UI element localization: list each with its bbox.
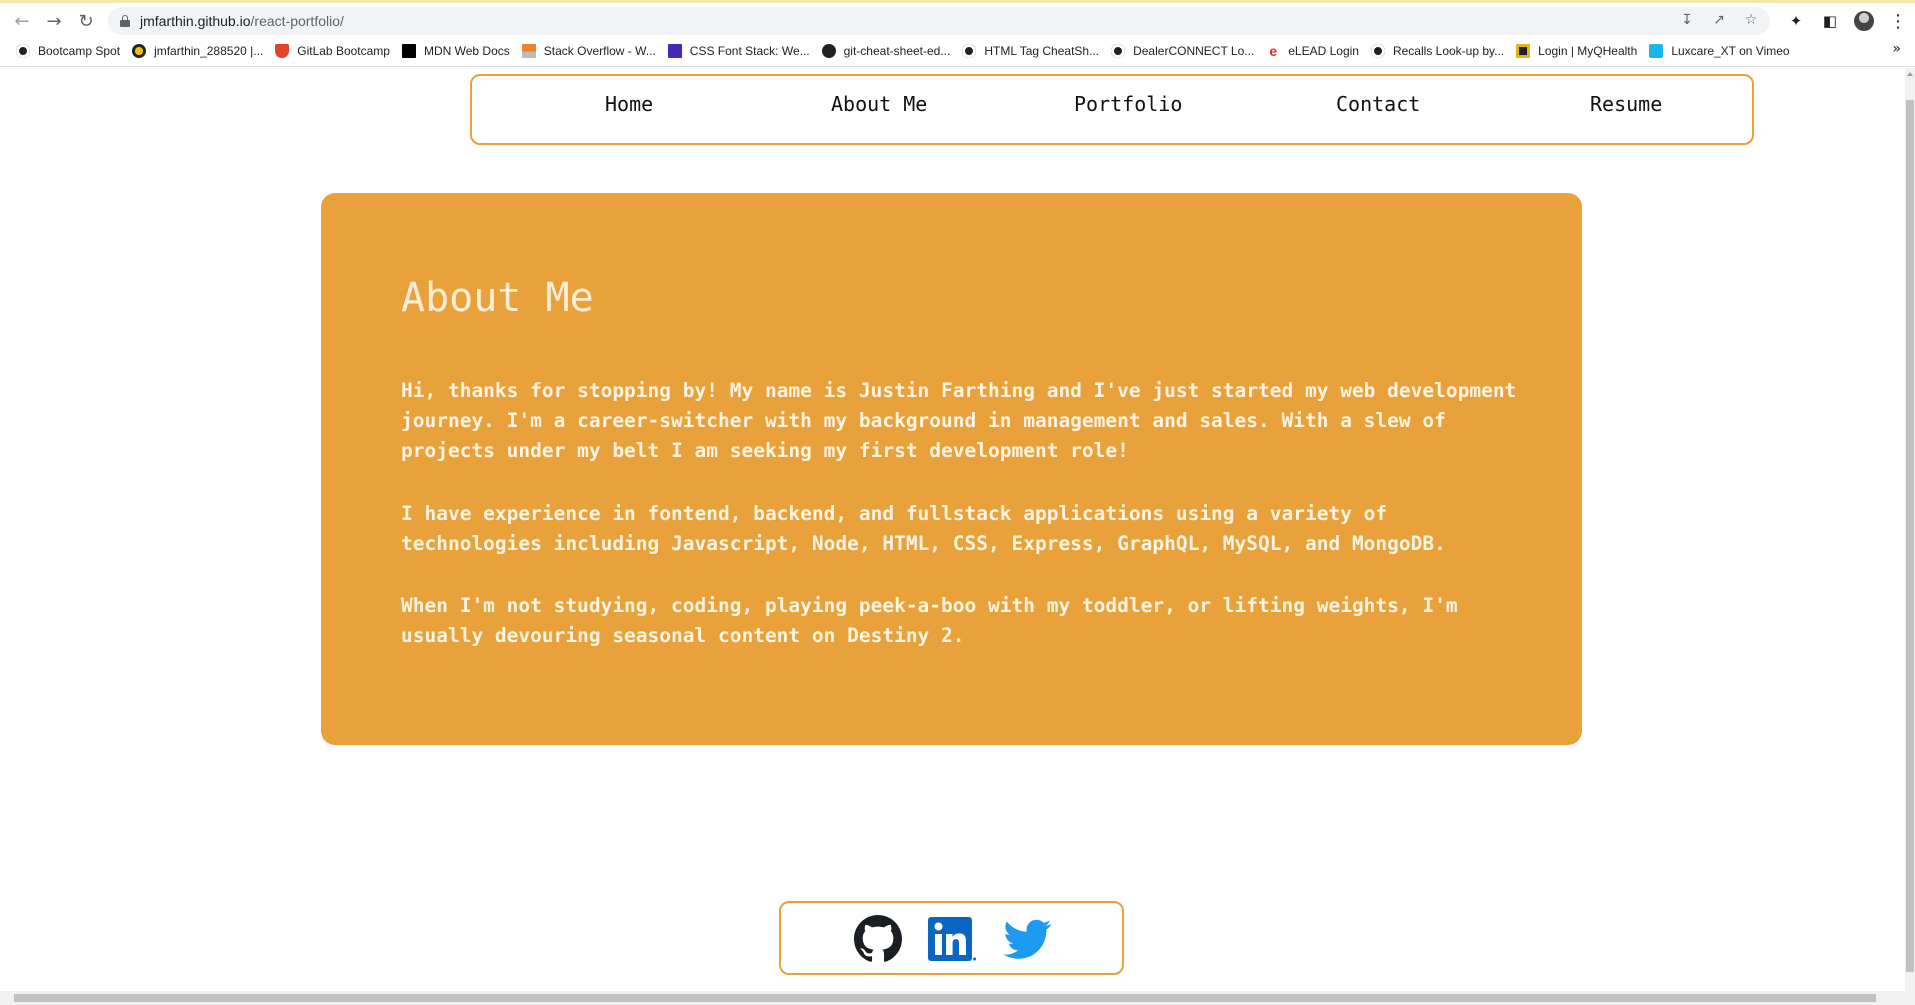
bookmark-label: HTML Tag CheatSh... — [984, 43, 1100, 58]
bookmark-item[interactable]: jmfarthin_288520 |... — [128, 39, 271, 63]
url-host: jmfarthin.github.io — [140, 13, 251, 29]
profile-avatar-icon[interactable] — [1854, 11, 1874, 31]
bookmark-label: git-cheat-sheet-ed... — [843, 43, 951, 58]
about-card: About Me Hi, thanks for stopping by! My … — [321, 193, 1582, 745]
forward-arrow-icon[interactable]: → — [42, 9, 66, 33]
vertical-scrollbar[interactable] — [1905, 68, 1915, 991]
horizontal-scrollbar[interactable] — [0, 991, 1915, 1005]
install-app-icon[interactable]: ↧ — [1678, 11, 1696, 29]
mdn-icon — [401, 43, 416, 58]
bookmark-label: Luxcare_XT on Vimeo — [1671, 43, 1790, 58]
bookmark-label: jmfarthin_288520 |... — [154, 43, 264, 58]
nav-link-contact[interactable]: Contact — [1336, 92, 1420, 116]
bookmark-item[interactable]: Login | MyQHealth — [1512, 39, 1645, 63]
bookmarks-overflow-icon[interactable]: » — [1892, 41, 1901, 57]
bookmark-item[interactable]: GitLab Bootcamp — [271, 39, 398, 63]
address-bar[interactable]: jmfarthin.github.io/react-portfolio/ ↧ ↗… — [108, 7, 1770, 35]
social-footer — [779, 901, 1124, 975]
bookmark-item[interactable]: Stack Overflow - W... — [518, 39, 664, 63]
bookmark-label: eLEAD Login — [1288, 43, 1359, 58]
bookmark-item[interactable]: Recalls Look-up by... — [1367, 39, 1512, 63]
bookmark-label: Login | MyQHealth — [1538, 43, 1638, 58]
globe-icon — [962, 43, 977, 58]
bookmark-item[interactable]: Bootcamp Spot — [12, 39, 128, 63]
bookmark-item[interactable]: CSS Font Stack: We... — [664, 39, 818, 63]
share-icon[interactable]: ↗ — [1710, 11, 1728, 29]
bookmark-label: GitLab Bootcamp — [297, 43, 390, 58]
globe-icon — [1370, 43, 1385, 58]
bookmark-item[interactable]: HTML Tag CheatSh... — [958, 39, 1107, 63]
bookmark-label: MDN Web Docs — [423, 43, 510, 58]
nav-link-home[interactable]: Home — [605, 92, 653, 116]
reload-icon[interactable]: ↻ — [74, 9, 98, 33]
browser-toolbar: ← → ↻ jmfarthin.github.io/react-portfoli… — [0, 0, 1915, 35]
about-paragraph: Hi, thanks for stopping by! My name is J… — [401, 379, 1517, 462]
bee-icon — [132, 43, 147, 58]
bookmark-label: Bootcamp Spot — [38, 43, 121, 58]
about-paragraph: I have experience in fontend, backend, a… — [401, 502, 1446, 555]
globe-icon — [1111, 43, 1126, 58]
lock-icon[interactable] — [120, 15, 130, 27]
url-text[interactable]: jmfarthin.github.io/react-portfolio/ — [140, 13, 344, 29]
bookmark-item[interactable]: MDN Web Docs — [398, 39, 518, 63]
side-panel-icon[interactable]: ◧ — [1820, 11, 1840, 31]
vimeo-icon — [1649, 43, 1664, 58]
url-path: /react-portfolio/ — [250, 13, 344, 29]
bookmark-label: CSS Font Stack: We... — [689, 43, 810, 58]
bookmark-item[interactable]: DealerCONNECT Lo... — [1107, 39, 1262, 63]
vertical-scroll-thumb[interactable] — [1906, 100, 1914, 972]
bookmark-label: Stack Overflow - W... — [543, 43, 656, 58]
extensions-puzzle-icon[interactable]: ✦ — [1786, 11, 1806, 31]
bookmarks-bar: Bootcamp Spot jmfarthin_288520 |... GitL… — [0, 35, 1915, 67]
site-nav: Home About Me Portfolio Contact Resume — [470, 74, 1754, 145]
nav-link-resume[interactable]: Resume — [1590, 92, 1662, 116]
bookmark-item[interactable]: e eLEAD Login — [1262, 39, 1367, 63]
bookmark-item[interactable]: git-cheat-sheet-ed... — [818, 39, 959, 63]
globe-icon — [16, 43, 30, 58]
linkedin-icon[interactable] — [927, 915, 977, 963]
gitlab-icon — [275, 43, 290, 58]
bookmark-label: DealerCONNECT Lo... — [1133, 43, 1255, 58]
elead-icon: e — [1269, 42, 1278, 59]
bookmark-item[interactable]: Luxcare_XT on Vimeo — [1645, 39, 1797, 63]
github-icon — [821, 43, 836, 58]
page-viewport: Home About Me Portfolio Contact Resume A… — [0, 68, 1905, 991]
bookmark-label: Recalls Look-up by... — [1392, 43, 1505, 58]
scroll-up-icon[interactable] — [1907, 72, 1913, 76]
nav-link-about-me[interactable]: About Me — [831, 92, 927, 116]
css-icon — [667, 43, 682, 58]
star-bookmark-icon[interactable]: ☆ — [1742, 11, 1760, 29]
browser-menu-icon[interactable]: ⋮ — [1888, 11, 1908, 32]
horizontal-scroll-thumb[interactable] — [14, 994, 1876, 1002]
stackoverflow-icon — [521, 43, 536, 58]
about-title: About Me — [401, 275, 594, 321]
nav-link-portfolio[interactable]: Portfolio — [1074, 92, 1182, 116]
github-icon[interactable] — [853, 915, 903, 963]
about-paragraph: When I'm not studying, coding, playing p… — [401, 594, 1458, 647]
twitter-icon[interactable] — [1003, 915, 1053, 963]
myq-icon — [1516, 43, 1531, 58]
back-arrow-icon[interactable]: ← — [10, 9, 34, 33]
